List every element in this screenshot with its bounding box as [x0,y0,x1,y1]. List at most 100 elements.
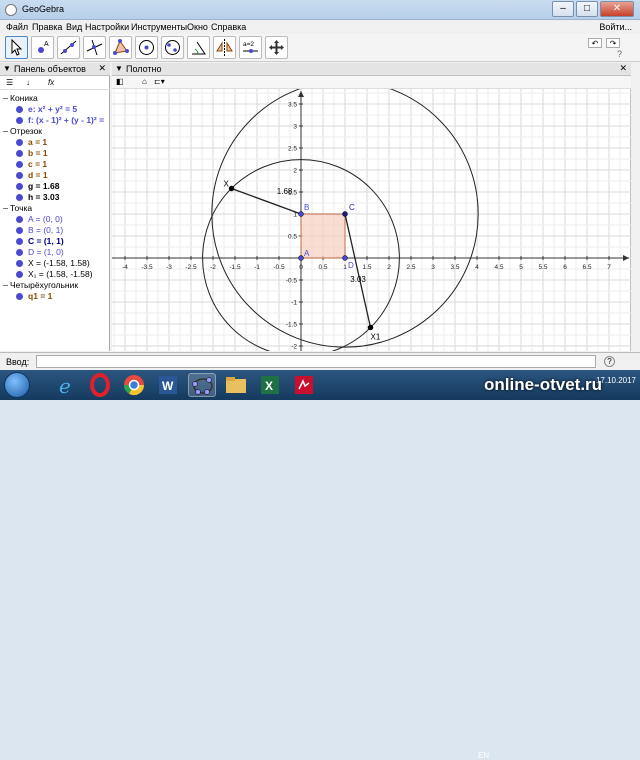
x-tick-label: 0.5 [318,264,327,271]
word-icon[interactable]: W [154,373,182,397]
move-graphics-icon[interactable] [265,36,288,59]
algebra-item[interactable]: X₁ = (1.58, -1.58) [0,269,110,280]
menu-help[interactable]: Справка [211,22,246,32]
x-tick-label: 2 [387,264,391,271]
geogebra-taskbar-icon[interactable] [188,373,216,397]
redo-icon[interactable]: ↷ [606,38,620,48]
algebra-item[interactable]: X = (-1.58, 1.58) [0,258,110,269]
x-tick-label: -4 [122,264,128,271]
home-icon[interactable]: ⌂ [142,77,147,86]
algebra-item-text: B = (0, 1) [28,225,64,235]
ie-icon[interactable]: e [52,373,80,398]
panel-menu-icon[interactable]: ▼ [3,64,11,73]
toolbar-help-icon[interactable]: ? [617,49,622,59]
x-tick-label: -2 [210,264,216,271]
y-tick-label: -1.5 [286,322,298,329]
visibility-toggle-icon[interactable] [16,194,23,201]
input-bar: Ввод: ? [0,352,640,369]
excel-icon[interactable]: X [256,373,284,397]
folder-icon[interactable] [222,373,250,397]
line-tool-icon[interactable] [57,36,80,59]
close-button[interactable]: ✕ [600,1,634,17]
algebra-item-text: c = 1 [28,159,48,169]
visibility-toggle-icon[interactable] [16,238,23,245]
circle-tool-icon[interactable] [135,36,158,59]
menu-edit[interactable]: Правка [32,22,62,32]
reflect-tool-icon[interactable] [213,36,236,59]
visibility-toggle-icon[interactable] [16,161,23,168]
algebra-group-label[interactable]: Отрезок [0,126,110,137]
ellipse-tool-icon[interactable] [161,36,184,59]
menu-window[interactable]: Окно [187,22,208,32]
undo-icon[interactable]: ↶ [588,38,602,48]
x-tick-label: 7 [607,264,611,271]
algebra-item[interactable]: q1 = 1 [0,291,110,302]
x-tick-label: -2.5 [185,264,197,271]
grid-axes-icon[interactable]: ⊏▾ [154,77,165,86]
point-tool-icon[interactable]: A [31,36,54,59]
y-tick-label: -1 [291,300,297,307]
graphics-menu-icon[interactable]: ▼ [115,64,123,73]
slider-tool-icon[interactable]: a=2 [239,36,262,59]
algebra-item[interactable]: h = 3.03 [0,192,110,203]
visibility-toggle-icon[interactable] [16,117,23,124]
visibility-toggle-icon[interactable] [16,271,23,278]
algebra-item[interactable]: B = (0, 1) [0,225,110,236]
algebra-item[interactable]: g = 1.68 [0,181,110,192]
graphics-close-icon[interactable]: ✕ [619,63,627,74]
visibility-toggle-icon[interactable] [16,183,23,190]
opera-icon[interactable] [86,373,114,397]
algebra-group-label[interactable]: Коника [0,93,110,104]
visibility-toggle-icon[interactable] [16,139,23,146]
menu-settings[interactable]: Настройки [85,22,129,32]
visibility-toggle-icon[interactable] [16,227,23,234]
algebra-item[interactable]: A = (0, 0) [0,214,110,225]
sort-icon[interactable]: ↓ [26,78,30,87]
x-tick-label: 4.5 [494,264,503,271]
visibility-toggle-icon[interactable] [16,106,23,113]
algebra-close-icon[interactable]: ✕ [98,63,106,74]
angle-tool-icon[interactable] [187,36,210,59]
y-axis-arrow [298,91,304,97]
algebra-item[interactable]: e: x² + y² = 5 [0,104,110,115]
menu-file[interactable]: Файл [6,22,28,32]
login-link[interactable]: Войти... [599,22,632,32]
menu-tools[interactable]: Инструменты [131,22,187,32]
algebra-item[interactable]: C = (1, 1) [0,236,110,247]
input-field[interactable] [36,355,596,368]
move-tool-icon[interactable] [5,36,28,59]
menu-view[interactable]: Вид [66,22,82,32]
input-help-icon[interactable]: ? [604,356,615,367]
algebra-item[interactable]: c = 1 [0,159,110,170]
visibility-toggle-icon[interactable] [16,150,23,157]
graphics-canvas[interactable]: -4 -3.5 -3 -2.5 -2 -1.5 -1 -0.5 0 0.5 1 1.5 2 2.5 3 3.5… [112,89,631,351]
algebra-item[interactable]: D = (1, 0) [0,247,110,258]
fx-icon[interactable]: fx [48,78,54,87]
algebra-item[interactable]: f: (x - 1)² + (y - 1)² = [0,115,110,126]
visibility-toggle-icon[interactable] [16,293,23,300]
point-D [342,255,348,261]
pdf-icon[interactable] [290,373,318,397]
point-label: B [304,203,309,212]
algebra-item[interactable]: b = 1 [0,148,110,159]
algebra-group-label[interactable]: Точка [0,203,110,214]
algebra-item[interactable]: a = 1 [0,137,110,148]
toggle-stylebar-icon[interactable]: ◧ [116,77,124,86]
visibility-toggle-icon[interactable] [16,260,23,267]
polygon-tool-icon[interactable] [109,36,132,59]
maximize-button[interactable]: □ [576,1,598,17]
language-indicator[interactable]: EN [478,751,489,760]
chrome-icon[interactable] [120,373,148,397]
algebra-item[interactable]: d = 1 [0,170,110,181]
visibility-toggle-icon[interactable] [16,172,23,179]
start-orb-icon[interactable] [4,372,30,398]
geogebra-app-icon [5,4,17,16]
point-C [342,211,348,217]
visibility-toggle-icon[interactable] [16,216,23,223]
algebra-item-text: C = (1, 1) [28,236,64,246]
show-aux-icon[interactable]: ☰ [6,78,13,87]
visibility-toggle-icon[interactable] [16,249,23,256]
perpendicular-tool-icon[interactable] [83,36,106,59]
algebra-group-label[interactable]: Четырёхугольник [0,280,110,291]
minimize-button[interactable]: – [552,1,574,17]
